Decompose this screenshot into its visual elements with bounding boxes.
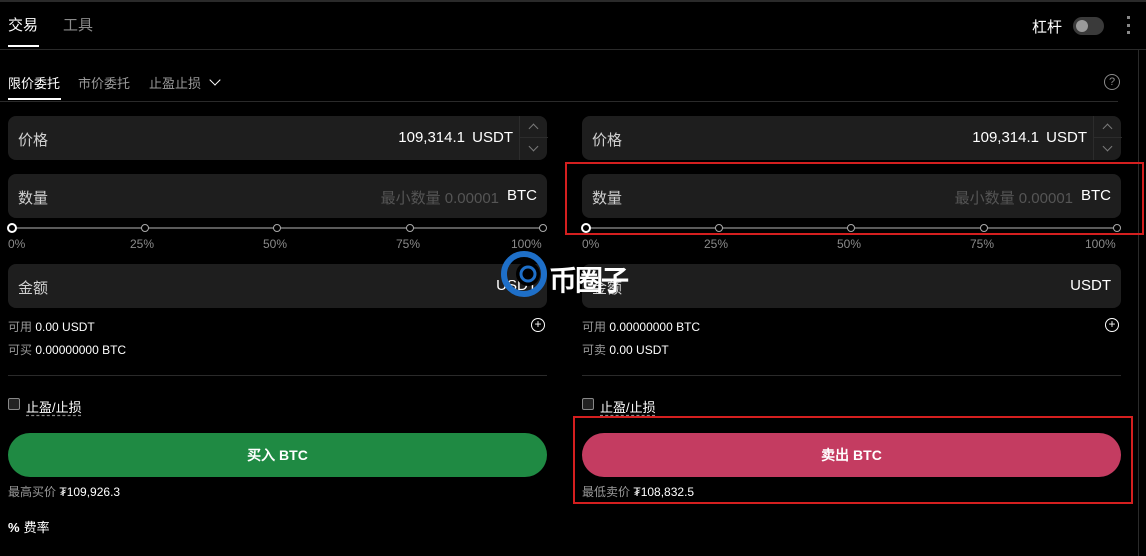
buy-pct-25: 25% <box>130 237 155 251</box>
tab-limit-order[interactable]: 限价委托 <box>8 73 60 92</box>
buy-tpsl-label[interactable]: 止盈/止损 <box>26 397 82 416</box>
buy-price-value: 109,314.1 <box>398 129 465 146</box>
buy-qty-label: 数量 <box>18 190 49 207</box>
sell-divider <box>582 375 1121 376</box>
buy-qty-placeholder: 最小数量 0.00001 <box>380 190 499 207</box>
buy-price-stepper[interactable] <box>519 116 548 160</box>
buy-slider-tick-100[interactable] <box>539 224 547 232</box>
watermark-text: 币圈子 <box>549 265 629 296</box>
percent-icon: % <box>8 520 20 535</box>
sell-pct-0: 0% <box>582 237 600 251</box>
buy-pct-0: 0% <box>8 237 26 251</box>
sell-can-sell: 可卖 0.00 USDT <box>582 341 669 358</box>
buy-pct-50: 50% <box>263 237 288 251</box>
buy-qty-unit: BTC <box>507 187 537 204</box>
buy-available: 可用 0.00 USDT <box>8 318 95 335</box>
increment-icon[interactable] <box>520 116 548 138</box>
buy-pct-100: 100% <box>511 237 542 251</box>
sell-pct-25: 25% <box>704 237 729 251</box>
highlight-box-sell-button <box>573 416 1133 504</box>
sell-price-field[interactable]: 价格 109,314.1 USDT <box>582 116 1122 160</box>
buy-transfer-plus-icon[interactable]: + <box>531 318 545 332</box>
active-tab-indicator <box>8 45 39 47</box>
buy-best-label: 最高买价 <box>8 485 57 499</box>
panel-divider <box>1138 50 1139 556</box>
chevron-down-icon[interactable] <box>209 74 221 86</box>
buy-can-value: 0.00000000 BTC <box>35 343 127 357</box>
buy-available-value: 0.00 USDT <box>35 320 95 334</box>
more-menu-icon[interactable] <box>1127 16 1131 34</box>
buy-tpsl-checkbox[interactable] <box>8 398 20 410</box>
order-tab-indicator <box>8 98 61 100</box>
tab-trade[interactable]: 交易 <box>8 14 38 35</box>
tab-tpsl-order[interactable]: 止盈止损 <box>149 73 201 92</box>
buy-slider-tick-25[interactable] <box>141 224 149 232</box>
buy-best-price: 最高买价 ₮109,926.3 <box>8 483 120 500</box>
leverage-label: 杠杆 <box>1032 19 1063 36</box>
fee-rate-link[interactable]: % 费率 <box>8 517 50 536</box>
buy-divider <box>8 375 547 376</box>
sell-price-stepper[interactable] <box>1093 116 1122 160</box>
tab-market-order[interactable]: 市价委托 <box>78 73 130 92</box>
sell-amount-field[interactable]: 金额 USDT <box>582 264 1121 308</box>
watermark-logo-icon <box>501 251 547 297</box>
sell-tpsl-checkbox[interactable] <box>582 398 594 410</box>
buy-qty-field[interactable]: 数量 最小数量 0.00001 BTC <box>8 174 547 218</box>
buy-pct-75: 75% <box>396 237 421 251</box>
buy-available-label: 可用 <box>8 320 33 334</box>
buy-button[interactable]: 买入 BTC <box>8 433 547 477</box>
sell-transfer-plus-icon[interactable]: + <box>1105 318 1119 332</box>
sell-available-label: 可用 <box>582 320 607 334</box>
buy-can-label: 可买 <box>8 343 33 357</box>
decrement-icon[interactable] <box>1094 138 1122 160</box>
sell-available-value: 0.00000000 BTC <box>609 320 701 334</box>
buy-best-value: ₮109,926.3 <box>59 485 121 499</box>
buy-price-field[interactable]: 价格 109,314.1 USDT <box>8 116 548 160</box>
sell-can-label: 可卖 <box>582 343 607 357</box>
sell-amount-unit: USDT <box>1070 277 1111 294</box>
sell-pct-75: 75% <box>970 237 995 251</box>
buy-slider-handle[interactable] <box>7 223 17 233</box>
increment-icon[interactable] <box>1094 116 1122 138</box>
help-icon[interactable]: ? <box>1104 74 1120 90</box>
order-tab-divider <box>0 101 1118 102</box>
decrement-icon[interactable] <box>520 138 548 160</box>
buy-price-unit: USDT <box>472 129 513 146</box>
sell-pct-50: 50% <box>837 237 862 251</box>
top-tab-bar <box>0 0 1146 50</box>
buy-price-label: 价格 <box>18 132 49 149</box>
fee-rate-label: 费率 <box>23 520 50 535</box>
sell-pct-100: 100% <box>1085 237 1116 251</box>
sell-price-label: 价格 <box>592 132 623 149</box>
buy-amount-label: 金额 <box>18 280 49 297</box>
sell-tpsl-label[interactable]: 止盈/止损 <box>600 397 656 416</box>
sell-price-unit: USDT <box>1046 129 1087 146</box>
tab-tools[interactable]: 工具 <box>63 14 93 35</box>
sell-price-value: 109,314.1 <box>972 129 1039 146</box>
highlight-box-quantity <box>565 162 1144 235</box>
sell-available: 可用 0.00000000 BTC <box>582 318 700 335</box>
buy-can-buy: 可买 0.00000000 BTC <box>8 341 126 358</box>
sell-can-value: 0.00 USDT <box>609 343 669 357</box>
buy-slider-tick-50[interactable] <box>273 224 281 232</box>
buy-slider-tick-75[interactable] <box>406 224 414 232</box>
buy-amount-field[interactable]: 金额 USDT <box>8 264 547 308</box>
leverage-toggle[interactable] <box>1073 17 1104 35</box>
